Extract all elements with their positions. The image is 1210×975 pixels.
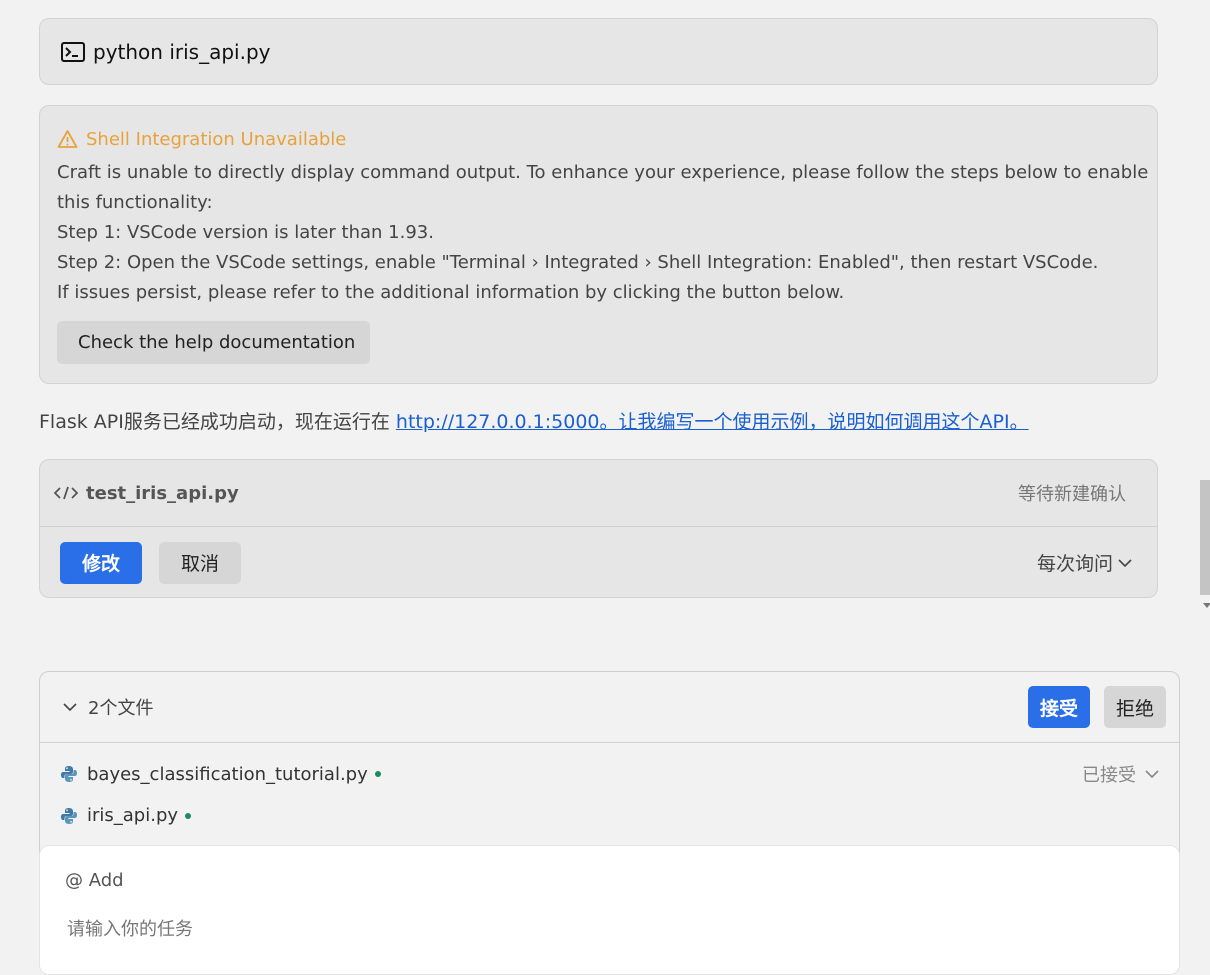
warning-title: Shell Integration Unavailable [86, 128, 347, 150]
shell-warning-card: Shell Integration Unavailable Craft is u… [39, 105, 1158, 384]
add-context-button[interactable]: @ Add [65, 870, 124, 891]
python-icon [61, 807, 77, 824]
changed-file-row[interactable]: bayes_classification_tutorial.py 已接受 [60, 761, 1160, 787]
cancel-button[interactable]: 取消 [159, 541, 241, 584]
warning-line: Craft is unable to directly display comm… [57, 162, 1149, 183]
pending-status: 等待新建确认 [1018, 484, 1126, 505]
changed-file-name: bayes_classification_tutorial.py [87, 763, 368, 785]
chevron-down-icon[interactable] [62, 701, 78, 713]
code-icon [54, 486, 78, 500]
file-name: test_iris_api.py [86, 482, 239, 504]
file-card-header: test_iris_api.py 等待新建确认 [40, 460, 1157, 527]
terminal-icon [61, 41, 85, 62]
warning-line: If issues persist, please refer to the a… [57, 282, 845, 303]
changed-file-name: iris_api.py [87, 805, 179, 826]
task-input-box: @ Add [39, 845, 1180, 975]
scrollbar-thumb[interactable] [1200, 480, 1210, 595]
warning-line: Step 1: VSCode version is later than 1.9… [57, 222, 434, 243]
reject-all-button[interactable]: 拒绝 [1104, 686, 1166, 728]
new-file-card: test_iris_api.py 等待新建确认 修改 取消 每次询问 [39, 459, 1158, 598]
warning-line: Step 2: Open the VSCode settings, enable… [57, 252, 1099, 273]
ask-mode-dropdown[interactable]: 每次询问 [1037, 549, 1133, 576]
ask-mode-label: 每次询问 [1036, 553, 1113, 575]
server-url-link[interactable]: http://127.0.0.1:5000。让我编写一个使用示例，说明如何调用这… [396, 411, 1029, 433]
chevron-down-icon [1118, 558, 1132, 567]
accepted-status: 已接受 [1082, 761, 1160, 787]
file-card-actions: 修改 取消 每次询问 [40, 527, 1157, 598]
warning-icon [57, 130, 78, 148]
modify-button[interactable]: 修改 [60, 541, 142, 584]
python-icon [61, 766, 77, 782]
file-count-label[interactable]: 2个文件 [88, 694, 153, 720]
command-card: python iris_api.py [39, 18, 1158, 85]
accept-all-button[interactable]: 接受 [1028, 686, 1090, 728]
accepted-label: 已接受 [1082, 765, 1136, 786]
modified-dot [185, 812, 192, 819]
help-documentation-button[interactable]: Check the help documentation [57, 321, 370, 364]
changed-files-header: 2个文件 接受 拒绝 [40, 672, 1179, 743]
chevron-down-icon[interactable] [1144, 768, 1160, 780]
changed-file-row[interactable]: iris_api.py [60, 805, 192, 826]
modified-dot [374, 771, 381, 777]
task-input[interactable] [65, 914, 1145, 944]
warning-line: this functionality: [57, 192, 213, 213]
command-text: python iris_api.py [93, 39, 271, 64]
status-prefix: Flask API服务已经成功启动，现在运行在 [39, 411, 396, 433]
scroll-down-arrow[interactable] [1203, 603, 1210, 608]
status-message: Flask API服务已经成功启动，现在运行在 http://127.0.0.1… [39, 407, 1029, 434]
warning-title-row: Shell Integration Unavailable [57, 124, 1140, 154]
